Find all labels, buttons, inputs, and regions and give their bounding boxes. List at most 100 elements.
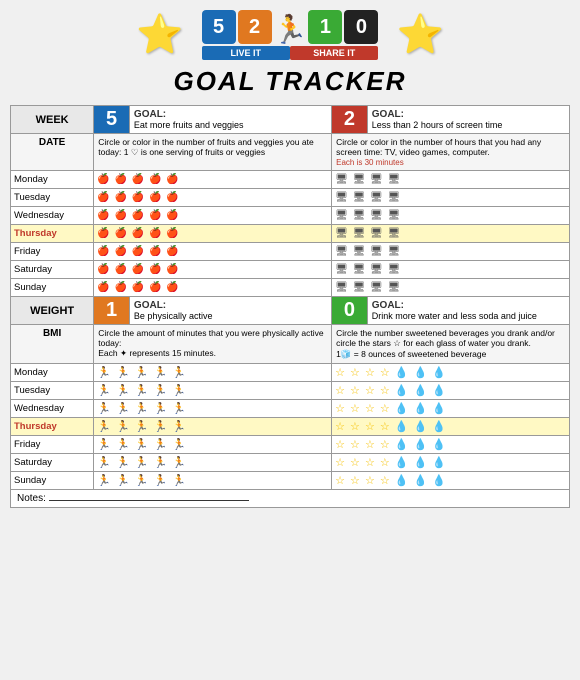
logo-middle: 2 🏃 1 <box>238 10 343 44</box>
star-left: ⭐ <box>136 13 183 57</box>
date-desc1: Circle or color in the number of fruits … <box>94 134 332 171</box>
day-sunday: Sunday <box>11 279 94 297</box>
day-row-wednesday: Wednesday 🍎 🍎 🍎 🍎 🍎 🖥 🖥 🖥 🖥 <box>11 207 570 225</box>
goal3-label: GOAL: <box>134 300 327 311</box>
goal1-text: GOAL: Eat more fruits and veggies <box>129 106 331 134</box>
logo-label-liveit: LIVE IT <box>202 46 290 60</box>
day2-wednesday: Wednesday <box>11 400 94 418</box>
sunday-monitors: 🖥 🖥 🖥 🖥 <box>332 279 570 297</box>
day2-row-thursday: Thursday 🏃 🏃 🏃 🏃 🏃 ☆ ☆ ☆ ☆ 💧 💧 💧 <box>11 418 570 436</box>
saturday-monitors: 🖥 🖥 🖥 🖥 <box>332 261 570 279</box>
day2-tuesday: Tuesday <box>11 382 94 400</box>
day2-sunday: Sunday <box>11 472 94 490</box>
week-label: WEEK <box>11 106 94 134</box>
goal2-number: 2 <box>332 106 368 134</box>
day2-row-saturday: Saturday 🏃 🏃 🏃 🏃 🏃 ☆ ☆ ☆ ☆ 💧 💧 💧 <box>11 454 570 472</box>
day2-saturday: Saturday <box>11 454 94 472</box>
tuesday-apples: 🍎 🍎 🍎 🍎 🍎 <box>94 189 332 207</box>
date-row: DATE Circle or color in the number of fr… <box>11 134 570 171</box>
day2-monday: Monday <box>11 364 94 382</box>
goal4-number: 0 <box>332 297 368 325</box>
day-row-tuesday: Tuesday 🍎 🍎 🍎 🍎 🍎 🖥 🖥 🖥 🖥 <box>11 189 570 207</box>
day2-row-friday: Friday 🏃 🏃 🏃 🏃 🏃 ☆ ☆ ☆ ☆ 💧 💧 💧 <box>11 436 570 454</box>
date-each2: Each is 30 minutes <box>336 158 404 167</box>
wednesday-apples: 🍎 🍎 🍎 🍎 🍎 <box>94 207 332 225</box>
day-monday: Monday <box>11 171 94 189</box>
goal1-number: 5 <box>94 106 130 134</box>
weight-label: WEIGHT <box>11 297 94 325</box>
monday2-stars: ☆ ☆ ☆ ☆ 💧 💧 💧 <box>332 364 570 382</box>
monday-monitors: 🖥 🖥 🖥 🖥 <box>332 171 570 189</box>
saturday-apples: 🍎 🍎 🍎 🍎 🍎 <box>94 261 332 279</box>
thursday2-persons: 🏃 🏃 🏃 🏃 🏃 <box>94 418 332 436</box>
saturday2-stars: ☆ ☆ ☆ ☆ 💧 💧 💧 <box>332 454 570 472</box>
figure-icon: 🏃 <box>273 16 308 44</box>
day2-row-wednesday: Wednesday 🏃 🏃 🏃 🏃 🏃 ☆ ☆ ☆ ☆ 💧 💧 💧 <box>11 400 570 418</box>
bmi-row: BMI Circle the amount of minutes that yo… <box>11 325 570 364</box>
bmi-desc1: Circle the amount of minutes that you we… <box>94 325 332 364</box>
wednesday2-stars: ☆ ☆ ☆ ☆ 💧 💧 💧 <box>332 400 570 418</box>
saturday2-persons: 🏃 🏃 🏃 🏃 🏃 <box>94 454 332 472</box>
day-tuesday: Tuesday <box>11 189 94 207</box>
thursday2-stars: ☆ ☆ ☆ ☆ 💧 💧 💧 <box>332 418 570 436</box>
bmi-each2: 1🧊 = 8 ounces of sweetened beverage <box>336 349 486 359</box>
logo-num-1: 1 <box>308 10 342 44</box>
day-friday: Friday <box>11 243 94 261</box>
day-row-saturday: Saturday 🍎 🍎 🍎 🍎 🍎 🖥 🖥 🖥 🖥 <box>11 261 570 279</box>
tracker-table: WEEK 5 GOAL: Eat more fruits and veggies… <box>10 105 570 508</box>
logo-label-shareit: SHARE IT <box>290 46 378 60</box>
star-right: ⭐ <box>396 13 443 57</box>
notes-label: Notes: <box>17 493 46 504</box>
monday-apples: 🍎 🍎 🍎 🍎 🍎 <box>94 171 332 189</box>
day-row-monday: Monday 🍎 🍎 🍎 🍎 🍎 🖥 🖥 🖥 🖥 <box>11 171 570 189</box>
day-saturday: Saturday <box>11 261 94 279</box>
goal3-number: 1 <box>94 297 130 325</box>
date-label: DATE <box>11 134 94 171</box>
friday2-persons: 🏃 🏃 🏃 🏃 🏃 <box>94 436 332 454</box>
notes-row: Notes: <box>11 490 570 508</box>
wednesday-monitors: 🖥 🖥 🖥 🖥 <box>332 207 570 225</box>
sunday2-stars: ☆ ☆ ☆ ☆ 💧 💧 💧 <box>332 472 570 490</box>
goal2-desc: Less than 2 hours of screen time <box>372 120 503 130</box>
goal4-label: GOAL: <box>372 300 565 311</box>
logo-num-0: 0 <box>344 10 378 44</box>
page-header: ⭐ 5 2 🏃 1 0 LIVE IT SHARE IT ⭐ <box>10 10 570 60</box>
friday-apples: 🍎 🍎 🍎 🍎 🍎 <box>94 243 332 261</box>
monday2-persons: 🏃 🏃 🏃 🏃 🏃 <box>94 364 332 382</box>
logo-num-2: 2 <box>238 10 272 44</box>
day-wednesday: Wednesday <box>11 207 94 225</box>
logo-num-5: 5 <box>202 10 236 44</box>
day-row-friday: Friday 🍎 🍎 🍎 🍎 🍎 🖥 🖥 🖥 🖥 <box>11 243 570 261</box>
date-desc2: Circle or color in the number of hours t… <box>332 134 570 171</box>
goal3-desc: Be physically active <box>134 311 213 321</box>
weight-row: WEIGHT 1 GOAL: Be physically active 0 GO… <box>11 297 570 325</box>
day2-thursday: Thursday <box>11 418 94 436</box>
bmi-desc2: Circle the number sweetened beverages yo… <box>332 325 570 364</box>
bmi-each1: Each ✦ represents 15 minutes. <box>98 348 216 358</box>
week-row: WEEK 5 GOAL: Eat more fruits and veggies… <box>11 106 570 134</box>
wednesday2-persons: 🏃 🏃 🏃 🏃 🏃 <box>94 400 332 418</box>
friday-monitors: 🖥 🖥 🖥 🖥 <box>332 243 570 261</box>
notes-cell: Notes: <box>11 490 570 508</box>
tuesday2-persons: 🏃 🏃 🏃 🏃 🏃 <box>94 382 332 400</box>
day2-row-sunday: Sunday 🏃 🏃 🏃 🏃 🏃 ☆ ☆ ☆ ☆ 💧 💧 💧 <box>11 472 570 490</box>
day2-row-monday: Monday 🏃 🏃 🏃 🏃 🏃 ☆ ☆ ☆ ☆ 💧 💧 💧 <box>11 364 570 382</box>
goal4-text: GOAL: Drink more water and less soda and… <box>367 297 569 325</box>
day-thursday1: Thursday <box>11 225 94 243</box>
goal1-label: GOAL: <box>134 109 327 120</box>
sunday2-persons: 🏃 🏃 🏃 🏃 🏃 <box>94 472 332 490</box>
thursday1-monitors: 🖥 🖥 🖥 🖥 <box>332 225 570 243</box>
thursday1-apples: 🍎 🍎 🍎 🍎 🍎 <box>94 225 332 243</box>
day2-friday: Friday <box>11 436 94 454</box>
day-row-thursday1: Thursday 🍎 🍎 🍎 🍎 🍎 🖥 🖥 🖥 🖥 <box>11 225 570 243</box>
goal2-text: GOAL: Less than 2 hours of screen time <box>367 106 569 134</box>
logo: 5 2 🏃 1 0 LIVE IT SHARE IT <box>202 10 379 60</box>
bmi-label: BMI <box>11 325 94 364</box>
page-title: GOAL TRACKER <box>174 66 407 97</box>
tuesday-monitors: 🖥 🖥 🖥 🖥 <box>332 189 570 207</box>
day2-row-tuesday: Tuesday 🏃 🏃 🏃 🏃 🏃 ☆ ☆ ☆ ☆ 💧 💧 💧 <box>11 382 570 400</box>
goal3-text: GOAL: Be physically active <box>129 297 331 325</box>
sunday-apples: 🍎 🍎 🍎 🍎 🍎 <box>94 279 332 297</box>
goal4-desc: Drink more water and less soda and juice <box>372 311 537 321</box>
notes-line <box>49 500 249 501</box>
